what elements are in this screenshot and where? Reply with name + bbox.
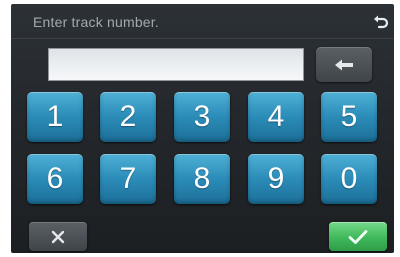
- back-button[interactable]: [372, 12, 390, 30]
- track-entry-screen: Enter track number. 1 2 3 4 5 6 7 8 9 0: [11, 4, 394, 253]
- key-7[interactable]: 7: [100, 154, 156, 204]
- backspace-button[interactable]: [316, 47, 372, 82]
- key-6[interactable]: 6: [27, 154, 83, 204]
- checkmark-icon: [348, 229, 368, 245]
- x-icon: [51, 230, 65, 244]
- header-bar: Enter track number.: [11, 4, 394, 39]
- key-8[interactable]: 8: [174, 154, 230, 204]
- prompt-text: Enter track number.: [33, 14, 159, 30]
- key-9[interactable]: 9: [248, 154, 304, 204]
- left-arrow-icon: [333, 58, 355, 72]
- track-number-field[interactable]: [48, 48, 304, 81]
- key-2[interactable]: 2: [100, 92, 156, 142]
- key-0[interactable]: 0: [321, 154, 377, 204]
- key-3[interactable]: 3: [174, 92, 230, 142]
- number-keypad: 1 2 3 4 5 6 7 8 9 0: [27, 92, 377, 204]
- confirm-button[interactable]: [329, 222, 387, 251]
- cancel-button[interactable]: [29, 222, 87, 251]
- key-1[interactable]: 1: [27, 92, 83, 142]
- key-4[interactable]: 4: [248, 92, 304, 142]
- key-5[interactable]: 5: [321, 92, 377, 142]
- return-arrow-icon: [373, 13, 389, 29]
